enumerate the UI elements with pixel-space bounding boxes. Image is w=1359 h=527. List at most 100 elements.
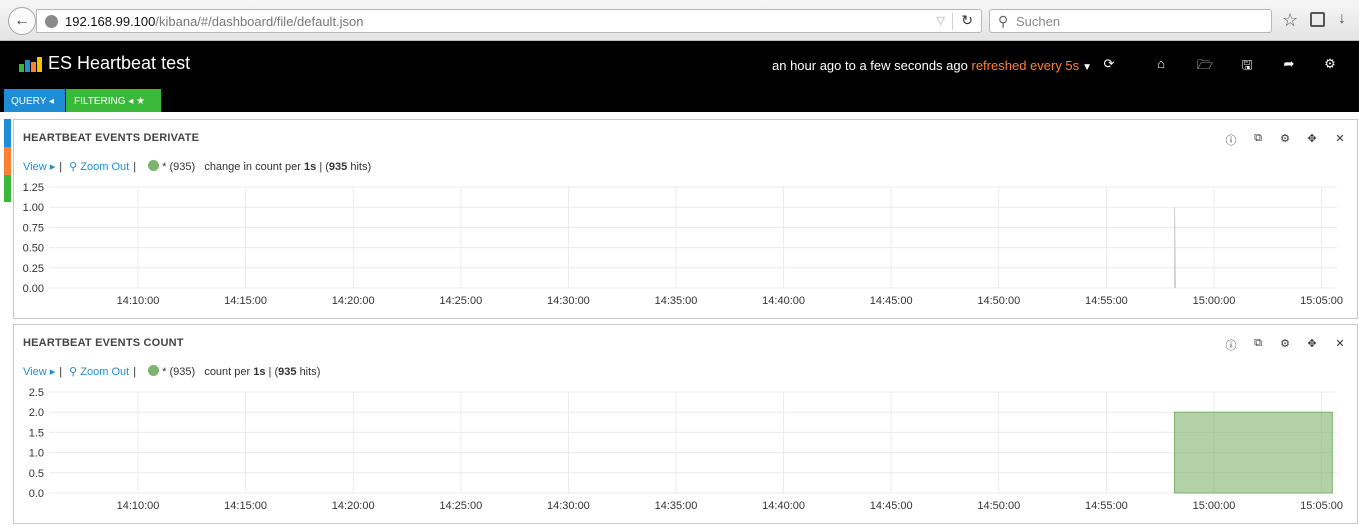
y-tick-label: 0.75 [23, 222, 44, 234]
x-tick-label: 14:50:00 [977, 295, 1020, 305]
reload-icon[interactable]: ↻ [961, 12, 973, 29]
x-tick-label: 14:25:00 [439, 295, 482, 305]
browser-search-box[interactable]: ⚲ Suchen [989, 9, 1272, 33]
caret-left-icon: ◂ [48, 96, 55, 107]
caret-left-icon: ◂ [128, 96, 134, 107]
x-tick-label: 14:30:00 [547, 295, 590, 305]
panel-title: HEARTBEAT EVENTS COUNT [23, 337, 184, 349]
legend-hits-word: hits [299, 366, 317, 378]
share-icon[interactable]: ➦ [1282, 56, 1296, 72]
divider: | [133, 366, 137, 378]
move-icon[interactable]: ✥ [1306, 337, 1318, 350]
refresh-icon[interactable]: ⟳ [1102, 56, 1116, 72]
bookmark-star-icon[interactable]: ☆ [1282, 10, 1298, 31]
row-accent-green [4, 175, 11, 202]
search-placeholder: Suchen [1016, 14, 1061, 29]
globe-icon [45, 15, 58, 28]
filtering-tab[interactable]: FILTERING ◂ ★ [66, 89, 161, 112]
zoom-out-label: Zoom Out [80, 366, 130, 378]
gear-icon[interactable]: ⚙ [1279, 337, 1291, 350]
address-bar[interactable]: 192.168.99.100/kibana/#/dashboard/file/d… [36, 9, 982, 33]
duplicate-icon[interactable]: ⧉ [1252, 337, 1264, 350]
kibana-navbar: ES Heartbeat test an hour ago to a few s… [0, 41, 1359, 89]
x-tick-label: 14:50:00 [977, 500, 1020, 510]
derivate-chart: 1.25 1.00 0.75 0.50 0.25 0.00 14:10:00 14:15:00… [23, 182, 1343, 305]
y-tick-label: 0.25 [23, 263, 44, 275]
divider: | [59, 366, 63, 378]
legend-hits-count: 935 [328, 161, 348, 173]
zoom-out-link[interactable]: ⚲ Zoom Out [69, 161, 129, 173]
folder-open-icon[interactable]: 🗁 [1197, 56, 1213, 78]
y-tick-label: 0.5 [29, 468, 44, 480]
browser-toolbar: ← 192.168.99.100/kibana/#/dashboard/file… [0, 0, 1359, 41]
legend-row: View ▸ | ⚲ Zoom Out | * (935) count per 1s… [23, 365, 321, 378]
zoom-icon: ⚲ [69, 161, 78, 173]
view-link[interactable]: View ▸ [23, 161, 55, 173]
x-tick-label: 14:45:00 [870, 500, 913, 510]
y-tick-label: 0.0 [29, 488, 44, 500]
series-area [1174, 411, 1333, 494]
query-filter-bar: QUERY ◂ FILTERING ◂ ★ [0, 89, 1359, 112]
save-icon[interactable]: 🖫 [1240, 56, 1254, 78]
dashboard-title: ES Heartbeat test [48, 53, 191, 73]
query-tab[interactable]: QUERY ◂ [4, 89, 65, 112]
y-tick-label: 2.0 [29, 407, 44, 419]
zoom-out-label: Zoom Out [80, 161, 130, 173]
y-tick-label: 1.00 [23, 202, 44, 214]
query-label: QUERY [11, 96, 47, 107]
x-tick-label: 14:45:00 [870, 295, 913, 305]
legend-description: count per [204, 366, 251, 378]
legend-query: * (935) [162, 366, 196, 378]
series-color-dot[interactable] [148, 365, 160, 376]
gear-icon[interactable]: ⚙ [1323, 56, 1337, 72]
filtering-label: FILTERING [74, 96, 126, 107]
back-button[interactable]: ← [8, 7, 36, 35]
info-icon[interactable]: ⓘ [1225, 132, 1237, 148]
x-tick-label: 14:25:00 [439, 500, 482, 510]
zoom-out-link[interactable]: ⚲ Zoom Out [69, 366, 129, 378]
count-chart: 2.5 2.0 1.5 1.0 0.5 0.0 14:10:00 14:15:00 14:20:… [29, 387, 1343, 510]
view-label: View [23, 366, 47, 378]
x-tick-label: 14:10:00 [117, 500, 160, 510]
legend-interval: 1s [304, 161, 317, 173]
legend-description: change in count per [204, 161, 301, 173]
divider: | [59, 161, 63, 173]
star-icon: ★ [136, 96, 146, 107]
view-label: View [23, 161, 47, 173]
x-tick-label: 15:05:00 [1300, 295, 1343, 305]
y-tick-label: 1.5 [29, 427, 44, 439]
x-tick-label: 14:10:00 [117, 295, 160, 305]
series-color-dot[interactable] [148, 160, 160, 171]
url-path: /kibana/#/dashboard/file/default.json [155, 14, 364, 29]
close-icon[interactable]: ✕ [1334, 337, 1346, 350]
duplicate-icon[interactable]: ⧉ [1252, 132, 1264, 145]
timepicker[interactable]: an hour ago to a few seconds ago refresh… [772, 58, 1092, 73]
legend-hits-count: 935 [278, 366, 297, 378]
kibana-logo-icon [19, 57, 43, 72]
x-tick-label: 15:00:00 [1193, 500, 1236, 510]
url-divider [952, 13, 953, 30]
move-icon[interactable]: ✥ [1306, 132, 1318, 145]
reading-list-icon[interactable] [1310, 12, 1325, 27]
legend-query: * (935) [162, 161, 196, 173]
close-icon[interactable]: ✕ [1334, 132, 1346, 145]
refresh-interval-text: refreshed every 5s [971, 58, 1080, 73]
y-tick-label: 1.0 [29, 448, 44, 460]
x-tick-label: 14:30:00 [547, 500, 590, 510]
home-icon[interactable]: ⌂ [1154, 56, 1168, 71]
url-host: 192.168.99.100 [65, 14, 156, 29]
x-tick-label: 14:40:00 [762, 295, 805, 305]
x-tick-label: 14:55:00 [1085, 295, 1128, 305]
x-tick-label: 14:35:00 [655, 295, 698, 305]
gear-icon[interactable]: ⚙ [1279, 132, 1291, 145]
divider: | [133, 161, 137, 173]
x-tick-label: 15:05:00 [1300, 500, 1343, 510]
dropdown-triangle-icon[interactable]: ▽ [937, 14, 945, 27]
download-icon[interactable]: ↓ [1338, 10, 1346, 28]
view-link[interactable]: View ▸ [23, 366, 55, 378]
row-accent-blue [4, 119, 11, 147]
info-icon[interactable]: ⓘ [1225, 337, 1237, 353]
arrow-left-icon: ← [14, 12, 30, 29]
x-tick-label: 14:15:00 [224, 500, 267, 510]
x-tick-label: 14:15:00 [224, 295, 267, 305]
